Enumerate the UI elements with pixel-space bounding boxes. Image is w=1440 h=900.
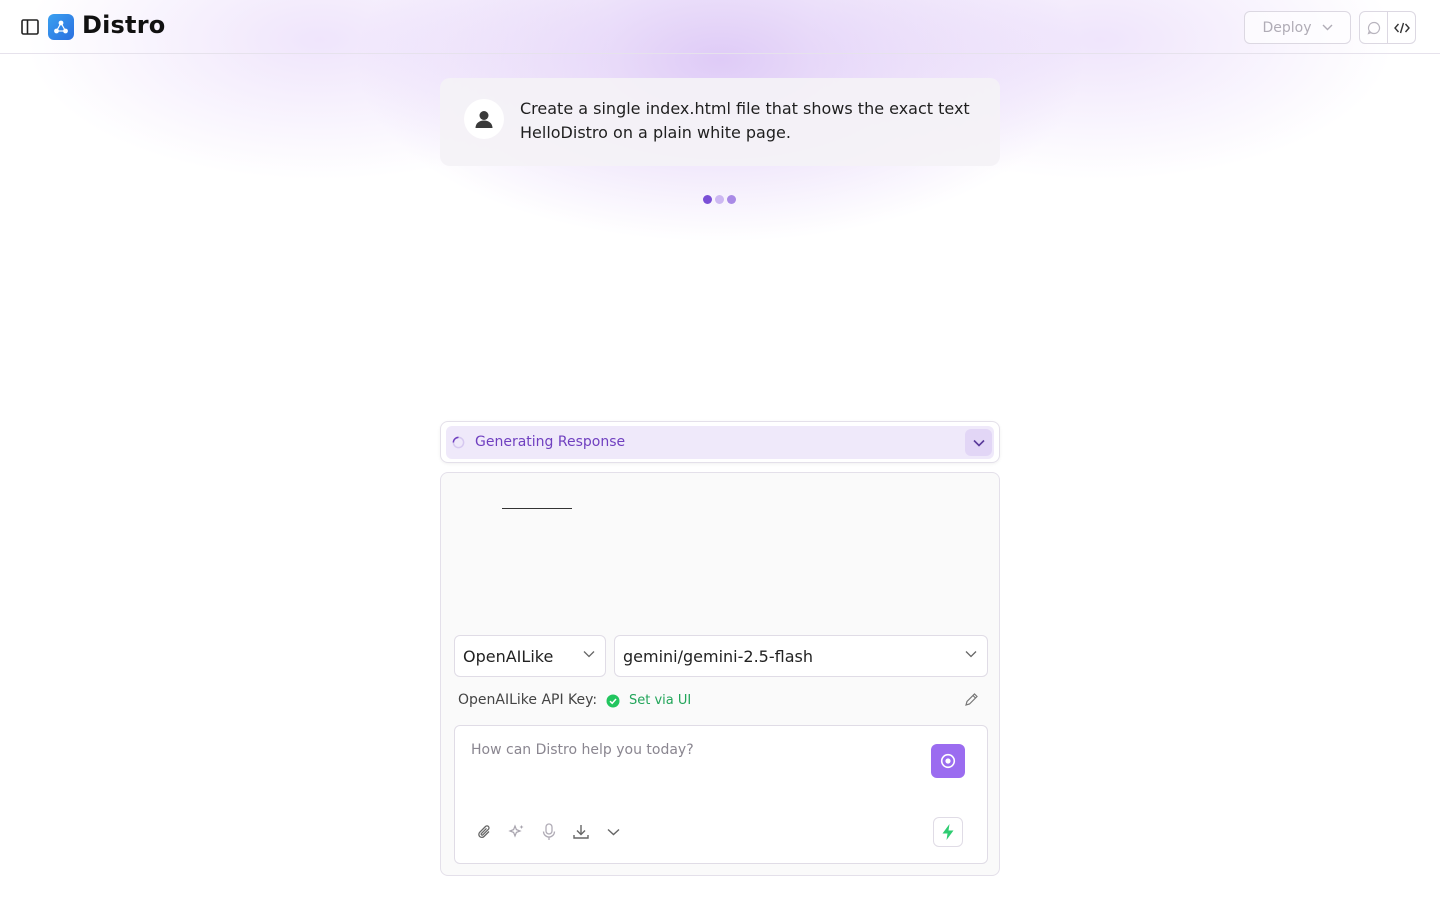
provider-value: OpenAILike <box>463 646 554 666</box>
chevron-down-icon[interactable] <box>603 822 623 842</box>
spinner-icon <box>452 436 465 449</box>
typing-dot <box>715 195 724 204</box>
brand-title: Distro <box>82 11 166 39</box>
api-key-status: Set via UI <box>629 693 692 708</box>
user-avatar-icon <box>464 99 504 139</box>
paperclip-icon[interactable] <box>475 822 495 842</box>
prompt-input[interactable] <box>471 742 911 802</box>
chevron-down-icon <box>583 651 595 658</box>
sidebar-icon[interactable] <box>20 17 40 37</box>
lightning-button[interactable] <box>933 817 963 847</box>
deploy-button[interactable]: Deploy <box>1244 11 1351 44</box>
microphone-icon[interactable] <box>539 822 559 842</box>
pencil-icon[interactable] <box>963 692 979 708</box>
distro-logo-icon <box>48 14 74 40</box>
chevron-down-icon <box>1322 24 1333 31</box>
chevron-down-icon <box>965 651 977 658</box>
generating-label: Generating Response <box>475 434 626 450</box>
model-value: gemini/gemini-2.5-flash <box>623 646 813 666</box>
view-toggle-group <box>1359 11 1416 44</box>
typing-dot <box>727 195 736 204</box>
generating-status-inner: Generating Response <box>446 426 994 459</box>
deploy-label: Deploy <box>1262 19 1312 36</box>
top-header: Distro Deploy <box>0 0 1440 54</box>
chevron-down-icon <box>972 439 985 447</box>
download-icon[interactable] <box>571 822 591 842</box>
user-message-text: Create a single index.html file that sho… <box>520 99 970 142</box>
generating-status-bar: Generating Response <box>440 421 1000 463</box>
chat-input-panel: OpenAILike gemini/gemini-2.5-flash OpenA… <box>440 472 1000 876</box>
stop-icon <box>940 753 956 769</box>
typing-indicator <box>703 195 736 204</box>
prompt-box <box>454 725 988 864</box>
lightning-icon <box>942 824 954 840</box>
typing-dot <box>703 195 712 204</box>
background-glow <box>0 0 1440 420</box>
user-message: Create a single index.html file that sho… <box>440 78 1000 166</box>
expand-status-button[interactable] <box>965 429 992 456</box>
streaming-cursor-line <box>502 508 572 509</box>
code-icon[interactable] <box>1387 12 1415 43</box>
provider-select[interactable]: OpenAILike <box>454 635 606 677</box>
model-select[interactable]: gemini/gemini-2.5-flash <box>614 635 988 677</box>
sparkles-icon[interactable] <box>507 822 527 842</box>
chat-icon[interactable] <box>1360 12 1387 43</box>
api-key-label: OpenAILike API Key: <box>458 692 598 708</box>
check-circle-icon <box>606 694 620 708</box>
stop-button[interactable] <box>931 744 965 778</box>
